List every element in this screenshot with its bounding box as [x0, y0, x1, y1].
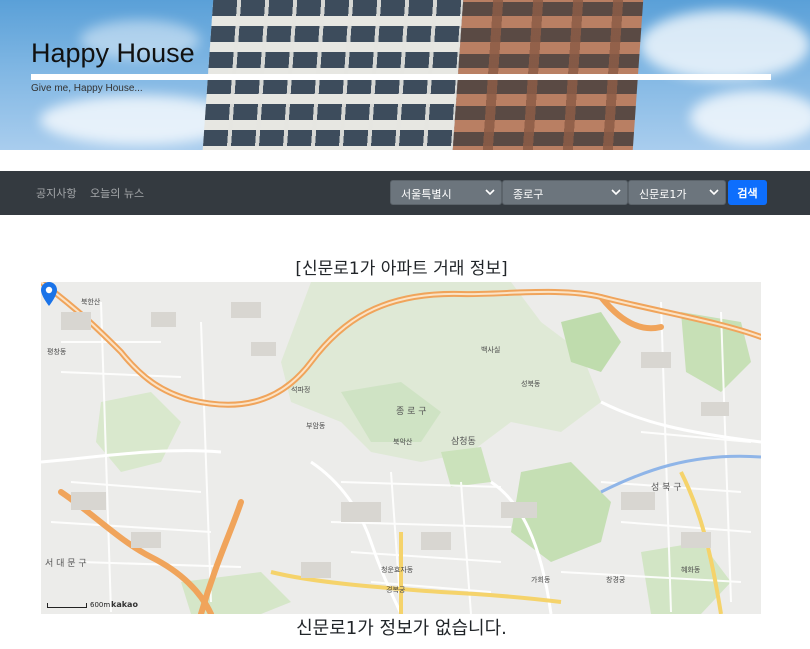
svg-text:부암동: 부암동 [306, 422, 326, 430]
map-tiles: 종 로 구 성 북 구 서 대 문 구 삼청동 북한산 평창동 부암동 석파정 … [41, 282, 761, 614]
cloud [640, 10, 810, 80]
dong-select[interactable]: 신문로1가 [628, 180, 726, 205]
nav-link-notices[interactable]: 공지사항 [36, 185, 76, 201]
nav-link-news[interactable]: 오늘의 뉴스 [90, 185, 144, 201]
map-scale-bar: 600m [47, 601, 110, 609]
city-select-value: 서울특별시 [401, 188, 452, 201]
svg-text:성북동: 성북동 [521, 379, 541, 388]
scale-bar-line [47, 602, 87, 608]
map[interactable]: 종 로 구 성 북 구 서 대 문 구 삼청동 북한산 평창동 부암동 석파정 … [41, 282, 761, 614]
site-title[interactable]: Happy House [31, 38, 195, 69]
svg-text:평창동: 평창동 [47, 347, 67, 356]
site-subtitle: Give me, Happy House... [31, 83, 143, 94]
chevron-down-icon [485, 189, 495, 196]
map-pin-icon[interactable] [41, 282, 57, 306]
map-provider-logo[interactable]: kakao [111, 600, 138, 609]
svg-text:창경궁: 창경궁 [606, 575, 626, 584]
chevron-down-icon [611, 189, 621, 196]
svg-text:청운효자동: 청운효자동 [381, 565, 414, 574]
svg-text:종 로 구: 종 로 구 [396, 406, 427, 417]
title-underline [31, 74, 771, 80]
svg-text:북악산: 북악산 [393, 437, 413, 446]
chevron-down-icon [709, 189, 719, 196]
svg-text:가회동: 가회동 [531, 575, 551, 584]
svg-text:성 북 구: 성 북 구 [651, 482, 682, 493]
hero-banner: Happy House Give me, Happy House... [0, 0, 810, 150]
svg-text:석파정: 석파정 [291, 385, 310, 394]
svg-text:서 대 문 구: 서 대 문 구 [45, 558, 87, 569]
city-select[interactable]: 서울특별시 [390, 180, 502, 205]
svg-text:북한산: 북한산 [81, 297, 101, 306]
search-button[interactable]: 검색 [728, 180, 767, 205]
section-title: [신문로1가 아파트 거래 정보] [295, 259, 508, 279]
district-select[interactable]: 종로구 [502, 180, 628, 205]
dong-select-value: 신문로1가 [639, 188, 687, 201]
svg-text:백사실: 백사실 [481, 345, 500, 354]
scale-label: 600m [90, 601, 111, 609]
district-select-value: 종로구 [513, 188, 544, 201]
empty-message: 신문로1가 정보가 없습니다. [296, 618, 507, 639]
svg-text:경복궁: 경복궁 [386, 585, 406, 594]
svg-text:혜화동: 혜화동 [681, 565, 701, 574]
cloud [690, 90, 810, 145]
svg-text:삼청동: 삼청동 [451, 436, 476, 447]
